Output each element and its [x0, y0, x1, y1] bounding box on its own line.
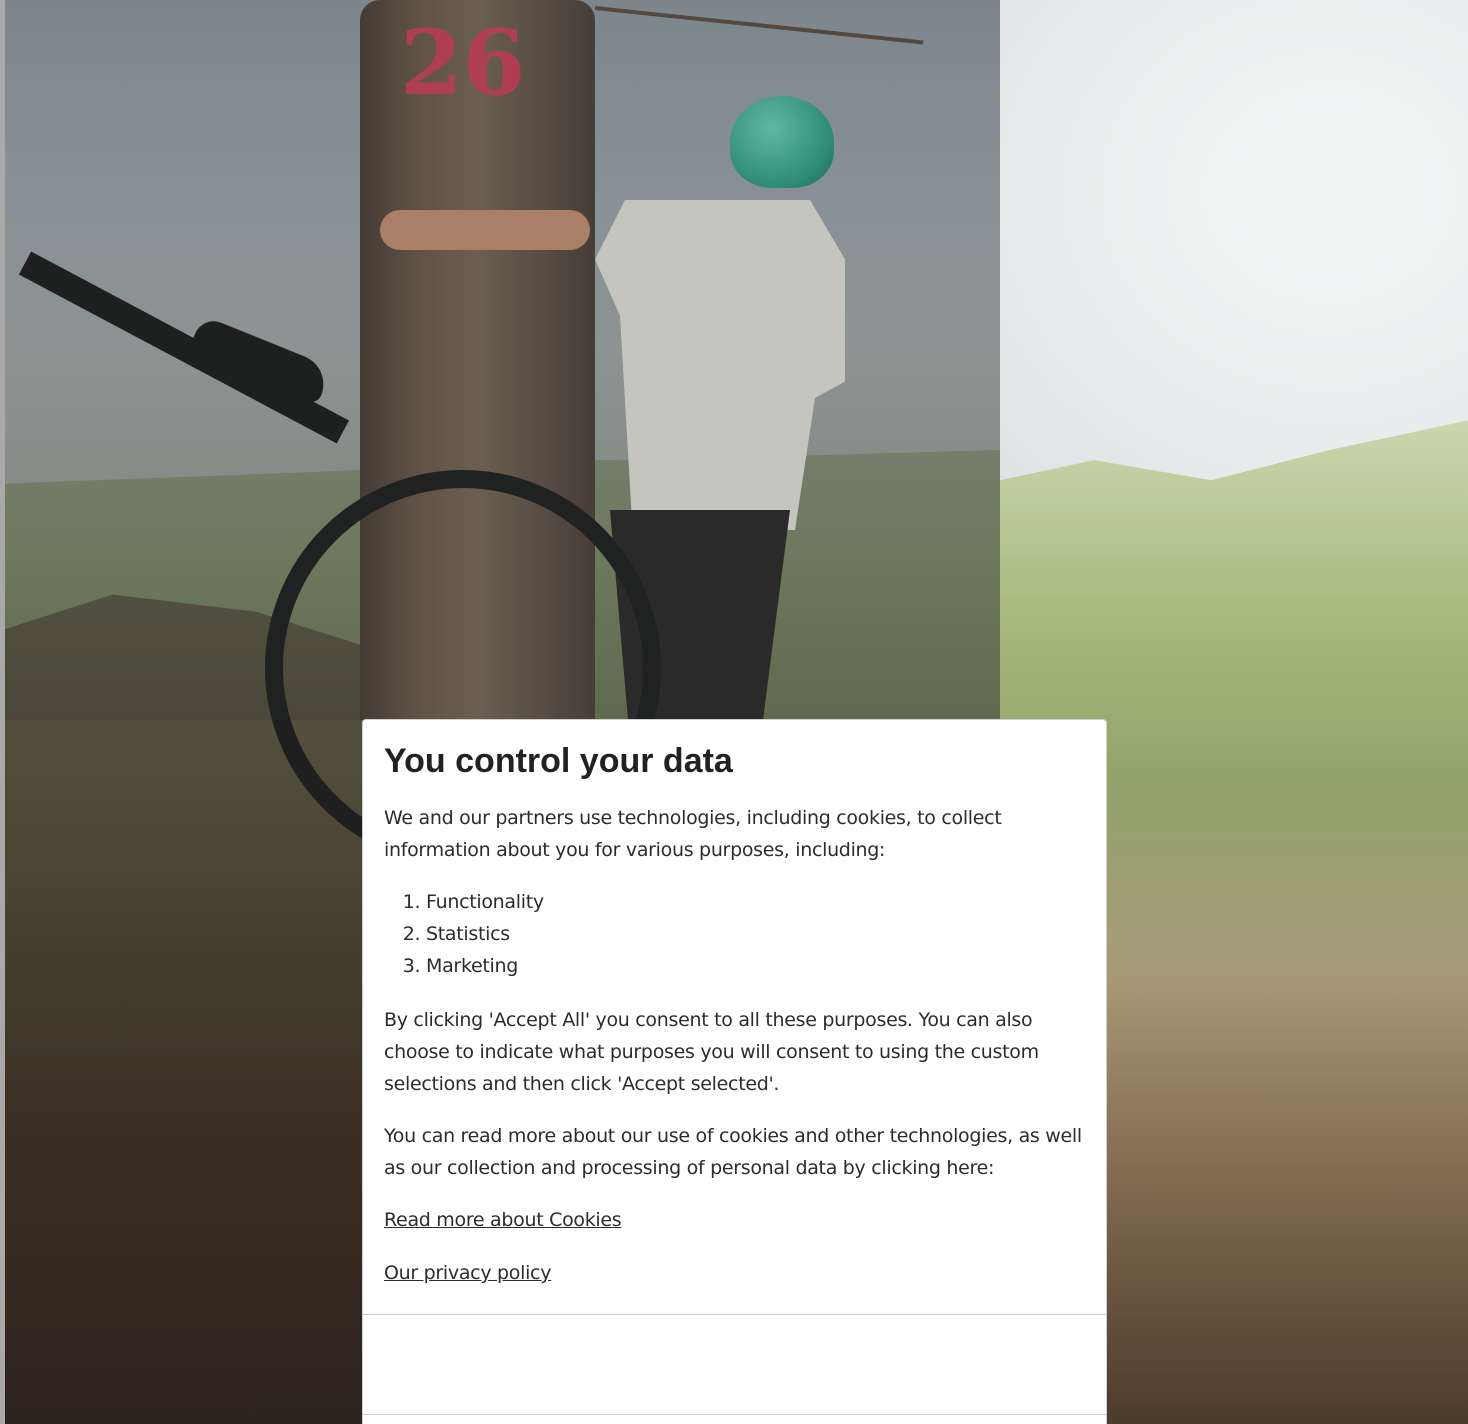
list-item: Marketing: [426, 950, 1084, 982]
section-divider: [363, 1414, 1106, 1415]
dialog-body: You control your data We and our partner…: [363, 720, 1106, 1310]
privacy-policy-link[interactable]: Our privacy policy: [384, 1257, 551, 1289]
page-viewport: 26 You control your data We and our part…: [0, 0, 1468, 1424]
read-more-text: You can read more about our use of cooki…: [384, 1125, 1082, 1179]
list-item: Statistics: [426, 918, 1084, 950]
purpose-list: Functionality Statistics Marketing: [384, 886, 1084, 982]
list-item: Functionality: [426, 886, 1084, 918]
hazy-sky: [1000, 0, 1468, 480]
intro-text: We and our partners use technologies, in…: [384, 807, 1002, 861]
consent-explanation: By clicking 'Accept All' you consent to …: [384, 1009, 1039, 1095]
cookies-link[interactable]: Read more about Cookies: [384, 1204, 622, 1236]
dialog-title: You control your data: [384, 742, 733, 780]
cookie-consent-dialog: You control your data We and our partner…: [362, 719, 1107, 1424]
image-dim-overlay: [5, 0, 1000, 720]
section-divider: [363, 1314, 1106, 1315]
